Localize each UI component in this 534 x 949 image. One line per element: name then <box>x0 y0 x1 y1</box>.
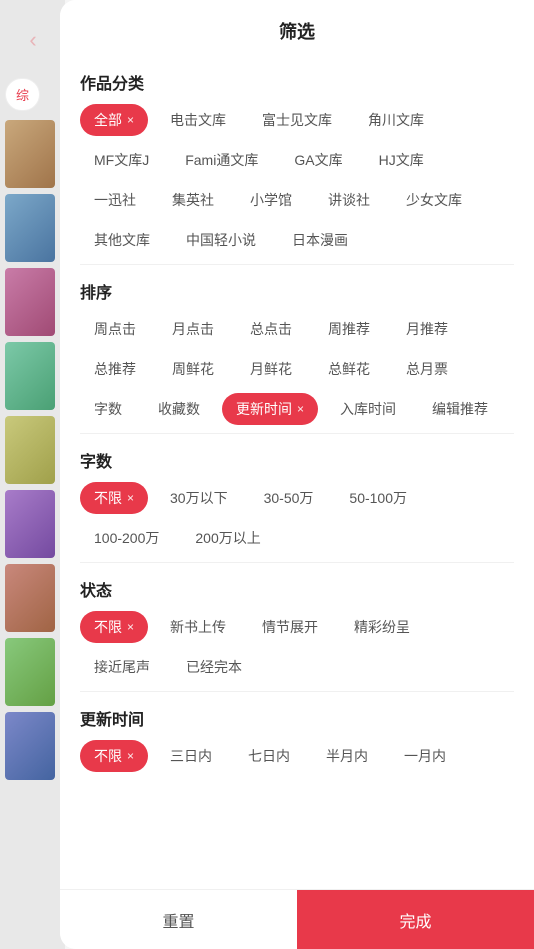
tag-14[interactable]: 中国轻小说 <box>172 224 270 256</box>
tag-3[interactable]: 50-100万 <box>335 482 421 514</box>
tag-7[interactable]: HJ文库 <box>365 144 438 176</box>
close-icon: × <box>127 620 134 634</box>
close-icon: × <box>127 113 134 127</box>
filter-panel: 筛选 作品分类 全部 ×电击文库富士见文库角川文库 MF文库JFami通文库GA文… <box>60 0 534 949</box>
status-tag-group: 不限 ×新书上传情节展开精彩纷呈接近尾声已经完本 <box>80 611 514 683</box>
book-cover-4 <box>5 342 55 410</box>
book-cover-2 <box>5 194 55 262</box>
category-tag-group: 全部 ×电击文库富士见文库角川文库 MF文库JFami通文库GA文库 HJ文库一迅社… <box>80 104 514 256</box>
book-cover-1 <box>5 120 55 188</box>
tag-2[interactable]: 富士见文库 <box>248 104 346 136</box>
sidebar-tab[interactable]: 综 <box>5 78 40 111</box>
tag-8[interactable]: 一迅社 <box>80 184 150 216</box>
word-count-section-title: 字数 <box>80 448 514 472</box>
word-count-tag-group: 不限 ×30万以下30-50万50-100万 100-200万200万以上 <box>80 482 514 554</box>
tag-5[interactable]: Fami通文库 <box>171 144 272 176</box>
tag-3[interactable]: 周推荐 <box>314 313 384 345</box>
tag-14[interactable]: 编辑推荐 <box>418 393 502 425</box>
book-cover-3 <box>5 268 55 336</box>
tag-0[interactable]: 不限 × <box>80 611 148 643</box>
close-icon: × <box>127 749 134 763</box>
tag-1[interactable]: 三日内 <box>156 740 226 772</box>
tag-4[interactable]: 接近尾声 <box>80 651 164 683</box>
book-cover-5 <box>5 416 55 484</box>
tag-6[interactable]: 周鲜花 <box>158 353 228 385</box>
confirm-button[interactable]: 完成 <box>297 890 534 949</box>
tag-4[interactable]: MF文库J <box>80 144 163 176</box>
sort-section: 排序 周点击月点击总点击周推荐月推荐总推荐周鲜花月鲜花总鲜花总月票字数收藏数更新… <box>80 279 514 425</box>
panel-header: 筛选 <box>60 0 534 56</box>
tag-1[interactable]: 新书上传 <box>156 611 240 643</box>
update-time-section: 更新时间 不限 ×三日内七日内半月内一月内 <box>80 706 514 772</box>
sort-section-title: 排序 <box>80 279 514 303</box>
status-section-title: 状态 <box>80 577 514 601</box>
tag-15[interactable]: 日本漫画 <box>278 224 362 256</box>
divider-2 <box>80 433 514 434</box>
tag-13[interactable]: 入库时间 <box>326 393 410 425</box>
book-cover-9 <box>5 712 55 780</box>
sidebar-tab-button[interactable]: 综 <box>5 78 40 111</box>
word-count-section: 字数 不限 ×30万以下30-50万50-100万 100-200万200万以上 <box>80 448 514 554</box>
tag-2[interactable]: 30-50万 <box>250 482 328 514</box>
tag-2[interactable]: 总点击 <box>236 313 306 345</box>
close-icon: × <box>297 402 304 416</box>
update-time-tag-group: 不限 ×三日内七日内半月内一月内 <box>80 740 514 772</box>
tag-8[interactable]: 总鲜花 <box>314 353 384 385</box>
tag-1[interactable]: 电击文库 <box>156 104 240 136</box>
tag-0[interactable]: 不限 × <box>80 482 148 514</box>
tag-11[interactable]: 讲谈社 <box>314 184 384 216</box>
tag-13[interactable]: 其他文库 <box>80 224 164 256</box>
sidebar-books <box>0 120 60 780</box>
sidebar-tab-label: 综 <box>16 88 29 103</box>
tag-5[interactable]: 200万以上 <box>181 522 274 554</box>
tag-3[interactable]: 半月内 <box>312 740 382 772</box>
tag-6[interactable]: GA文库 <box>280 144 356 176</box>
tag-10[interactable]: 字数 <box>80 393 136 425</box>
tag-4[interactable]: 100-200万 <box>80 522 173 554</box>
sort-tag-group: 周点击月点击总点击周推荐月推荐总推荐周鲜花月鲜花总鲜花总月票字数收藏数更新时间 … <box>80 313 514 425</box>
footer: 重置 完成 <box>60 889 534 949</box>
tag-5[interactable]: 已经完本 <box>172 651 256 683</box>
tag-3[interactable]: 角川文库 <box>354 104 438 136</box>
tag-1[interactable]: 月点击 <box>158 313 228 345</box>
tag-1[interactable]: 30万以下 <box>156 482 242 514</box>
status-section: 状态 不限 ×新书上传情节展开精彩纷呈接近尾声已经完本 <box>80 577 514 683</box>
tag-7[interactable]: 月鲜花 <box>236 353 306 385</box>
tag-0[interactable]: 不限 × <box>80 740 148 772</box>
tag-9[interactable]: 总月票 <box>392 353 462 385</box>
divider-1 <box>80 264 514 265</box>
tag-4[interactable]: 一月内 <box>390 740 460 772</box>
divider-3 <box>80 562 514 563</box>
tag-2[interactable]: 七日内 <box>234 740 304 772</box>
tag-2[interactable]: 情节展开 <box>248 611 332 643</box>
category-section: 作品分类 全部 ×电击文库富士见文库角川文库 MF文库JFami通文库GA文库 HJ… <box>80 70 514 256</box>
divider-4 <box>80 691 514 692</box>
tag-0[interactable]: 全部 × <box>80 104 148 136</box>
tag-12[interactable]: 更新时间 × <box>222 393 318 425</box>
tag-10[interactable]: 小学馆 <box>236 184 306 216</box>
tag-5[interactable]: 总推荐 <box>80 353 150 385</box>
back-button[interactable]: ‹ <box>15 22 51 58</box>
book-cover-8 <box>5 638 55 706</box>
filter-content: 作品分类 全部 ×电击文库富士见文库角川文库 MF文库JFami通文库GA文库 HJ… <box>60 56 534 889</box>
tag-0[interactable]: 周点击 <box>80 313 150 345</box>
back-arrow-icon: ‹ <box>29 27 36 53</box>
update-time-section-title: 更新时间 <box>80 706 514 730</box>
tag-11[interactable]: 收藏数 <box>144 393 214 425</box>
tag-9[interactable]: 集英社 <box>158 184 228 216</box>
reset-button[interactable]: 重置 <box>60 890 297 949</box>
category-section-title: 作品分类 <box>80 70 514 94</box>
panel-title: 筛选 <box>279 18 315 44</box>
book-cover-6 <box>5 490 55 558</box>
tag-4[interactable]: 月推荐 <box>392 313 462 345</box>
book-cover-7 <box>5 564 55 632</box>
tag-12[interactable]: 少女文库 <box>392 184 476 216</box>
tag-3[interactable]: 精彩纷呈 <box>340 611 424 643</box>
close-icon: × <box>127 491 134 505</box>
